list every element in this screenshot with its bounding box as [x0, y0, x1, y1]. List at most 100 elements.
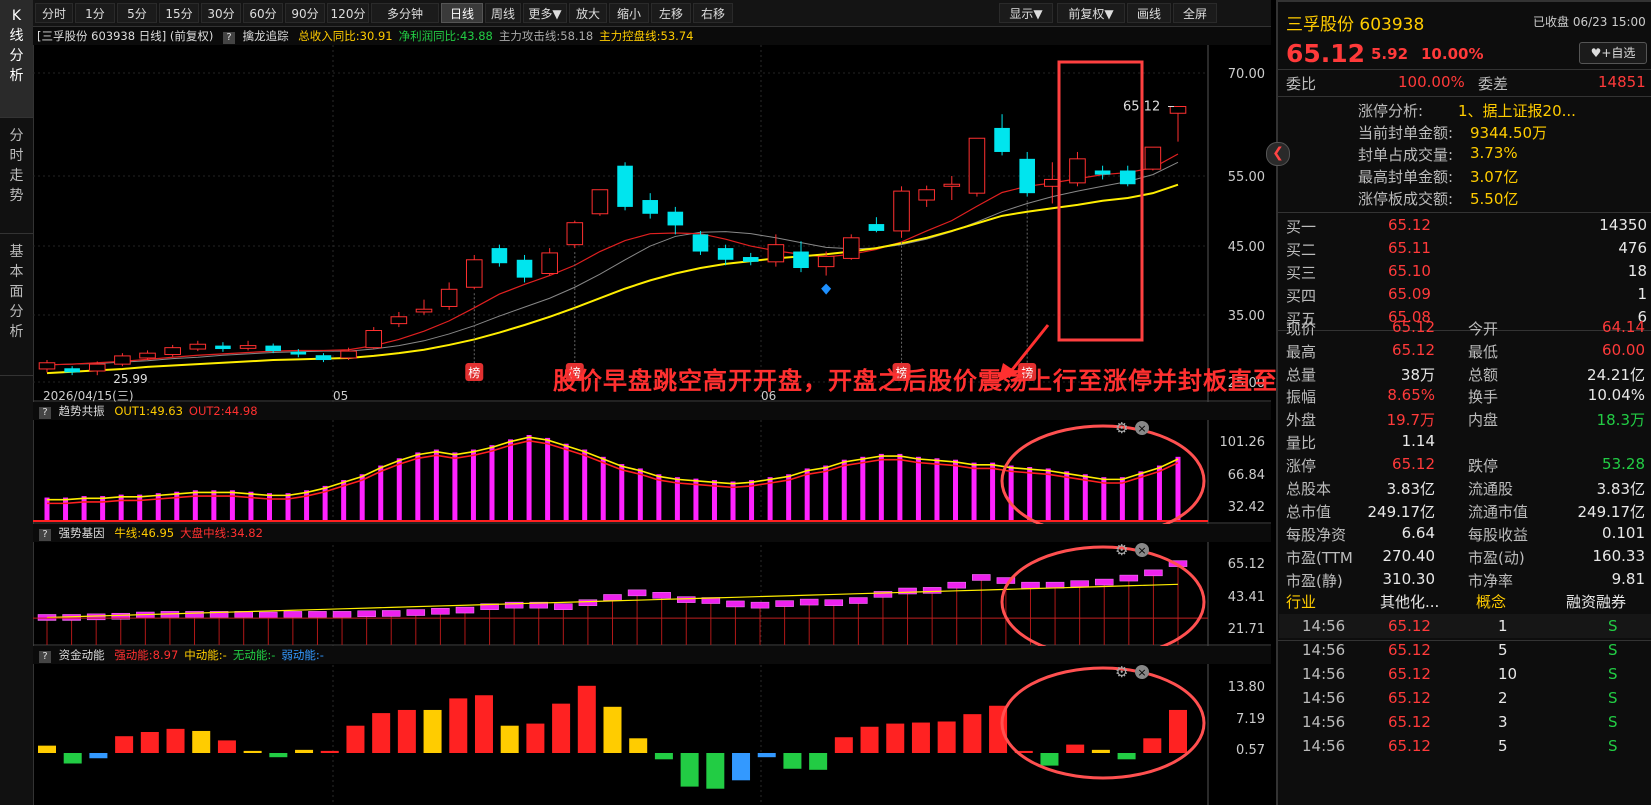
money-bar	[166, 728, 185, 753]
candle[interactable]	[164, 344, 181, 357]
toolbar-button-5[interactable]: 60分	[243, 3, 283, 23]
help-icon[interactable]: ?	[39, 529, 51, 541]
gear-icon[interactable]: ⚙	[1115, 419, 1128, 437]
indicator-name[interactable]: 擒龙追踪	[243, 29, 289, 43]
toolbar-button-10[interactable]: 周线	[485, 3, 521, 23]
tag-item[interactable]: 融资融券	[1566, 591, 1626, 612]
price-change: 5.92	[1371, 45, 1409, 63]
candle[interactable]	[491, 244, 508, 267]
toolbar-button-1[interactable]: 1分	[75, 3, 115, 23]
candle[interactable]	[918, 185, 935, 207]
toolbar-right-button-1[interactable]: 前复权▼	[1057, 3, 1125, 23]
candle[interactable]	[189, 340, 207, 352]
divider	[1278, 212, 1651, 213]
gear-icon[interactable]: ⚙	[1115, 541, 1128, 559]
candle[interactable]	[943, 176, 961, 201]
gear-icon[interactable]: ⚙	[1115, 663, 1128, 681]
candle[interactable]	[566, 220, 584, 249]
limit-info-key: 最高封单金额:	[1358, 168, 1454, 186]
toolbar-button-7[interactable]: 120分	[327, 3, 369, 23]
bid-price: 65.10	[1388, 262, 1431, 280]
candle[interactable]	[842, 234, 860, 260]
trend-pane-header: ? 趋势共振 OUT1:49.63 OUT2:44.98	[33, 402, 1271, 420]
toolbar-right-button-0[interactable]: 显示▼	[999, 3, 1053, 23]
toolbar-button-8[interactable]: 多分钟	[371, 3, 439, 23]
trend-bar	[841, 459, 847, 521]
left-tab-2[interactable]: 基本面分析	[0, 236, 33, 376]
left-tab-0[interactable]: K线分析	[0, 0, 33, 118]
stat-label: 现价	[1286, 320, 1317, 338]
trend-bar	[100, 496, 106, 521]
candle[interactable]	[868, 217, 885, 233]
candle[interactable]	[239, 340, 257, 351]
toolbar-button-14[interactable]: 左移	[651, 3, 691, 23]
low-price-label: 25.99	[113, 372, 147, 386]
candle[interactable]	[1169, 106, 1187, 142]
tag-item[interactable]: 概念	[1476, 591, 1506, 612]
toolbar-button-9[interactable]: 日线	[441, 3, 483, 23]
candle-body	[215, 345, 231, 350]
candle[interactable]	[717, 244, 734, 266]
toolbar-button-0[interactable]: 分时	[35, 3, 73, 23]
candle[interactable]	[465, 254, 483, 290]
tick-volume: 5	[1498, 641, 1508, 659]
help-icon[interactable]: ?	[222, 32, 235, 44]
toolbar-button-6[interactable]: 90分	[285, 3, 325, 23]
toolbar-button-11[interactable]: 更多▼	[523, 3, 567, 23]
candle[interactable]	[1144, 146, 1162, 171]
toolbar-button-3[interactable]: 15分	[159, 3, 199, 23]
add-favorite-button[interactable]: ♥+自选	[1579, 42, 1647, 64]
toolbar-button-13[interactable]: 缩小	[609, 3, 649, 23]
candle[interactable]	[315, 353, 332, 363]
money-bar	[89, 753, 108, 759]
candle[interactable]	[994, 114, 1010, 156]
candle[interactable]	[617, 162, 633, 211]
tag-item[interactable]: 行业	[1286, 591, 1316, 612]
candle[interactable]	[793, 241, 809, 273]
trend-bar	[81, 496, 87, 521]
candle[interactable]	[667, 206, 684, 235]
candle[interactable]	[215, 342, 231, 352]
candle[interactable]	[1019, 151, 1035, 197]
bid-price: 65.09	[1388, 285, 1431, 303]
collapse-arrow-icon[interactable]: ❮	[1266, 142, 1290, 166]
candle[interactable]	[114, 353, 131, 367]
candle[interactable]	[415, 299, 433, 315]
toolbar-button-4[interactable]: 30分	[201, 3, 241, 23]
toolbar-button-15[interactable]: 右移	[693, 3, 733, 23]
candle[interactable]	[893, 186, 910, 238]
candle[interactable]	[591, 189, 609, 216]
candle[interactable]	[390, 311, 408, 328]
candle[interactable]	[692, 230, 709, 255]
money-bar	[526, 723, 545, 753]
candle[interactable]	[1069, 151, 1086, 187]
help-icon[interactable]: ?	[39, 651, 51, 663]
candle[interactable]	[365, 327, 383, 350]
toolbar-right-button-2[interactable]: 画线	[1127, 3, 1171, 23]
toolbar-right-button-3[interactable]: 全屏	[1173, 3, 1217, 23]
date-label-05: 05	[333, 389, 348, 403]
candle[interactable]	[642, 193, 658, 219]
candle[interactable]	[1094, 165, 1111, 180]
candle[interactable]	[38, 360, 56, 373]
out2-line	[47, 440, 1179, 505]
kline-canvas[interactable]: 70.0055.0045.0035.0025.00榜榜榜榜25.9965.122…	[33, 45, 1271, 805]
bang-label: 榜	[468, 365, 480, 380]
candle[interactable]	[541, 248, 558, 276]
help-icon[interactable]: ?	[39, 407, 51, 419]
candle[interactable]	[742, 252, 759, 266]
toolbar-button-12[interactable]: 放大	[569, 3, 607, 23]
stat-value: 8.65%	[1387, 386, 1435, 404]
candle[interactable]	[64, 366, 80, 376]
candle[interactable]	[440, 282, 458, 310]
tag-item[interactable]: 其他化...	[1380, 591, 1439, 612]
candle[interactable]	[968, 137, 986, 197]
toolbar-button-2[interactable]: 5分	[117, 3, 157, 23]
chart-area[interactable]: [三孚股份 603938 日线] (前复权) ? 擒龙追踪 总收入同比:30.9…	[33, 27, 1377, 805]
gene-box	[283, 611, 303, 618]
candle[interactable]	[1119, 165, 1136, 187]
candle[interactable]	[516, 254, 533, 283]
stat-value: 24.21亿	[1587, 366, 1645, 384]
left-tab-1[interactable]: 分时走势	[0, 120, 33, 234]
gene-box	[332, 611, 352, 618]
